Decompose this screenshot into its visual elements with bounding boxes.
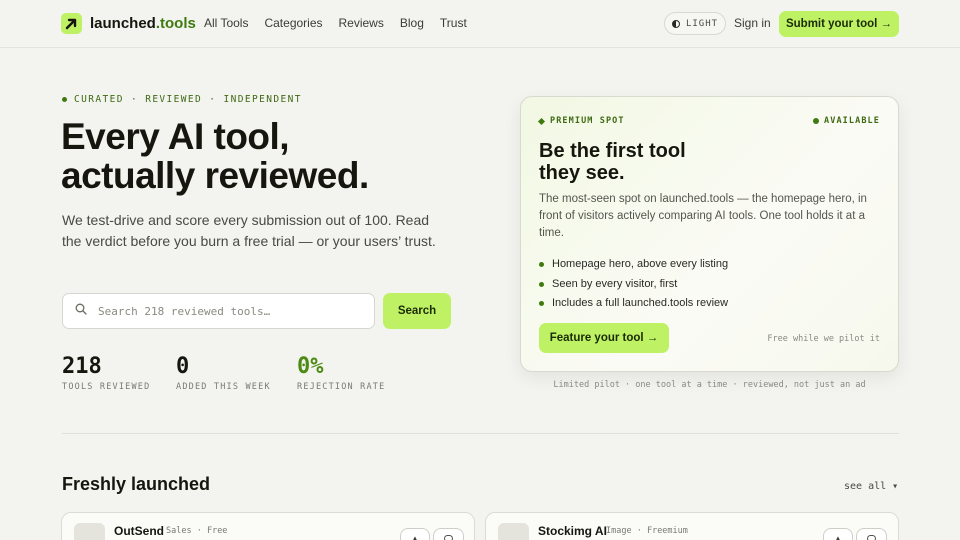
stat-added-this-week: 0 ADDED THIS WEEK <box>176 354 297 392</box>
stat-tools-reviewed: 218 TOOLS REVIEWED <box>62 354 176 392</box>
premium-title-line2: they see. <box>539 162 625 184</box>
upvote-button[interactable]: ▲ <box>823 528 853 540</box>
nav-blog[interactable]: Blog <box>400 16 424 30</box>
search-box <box>62 293 375 329</box>
nav-reviews[interactable]: Reviews <box>339 16 384 30</box>
benefit-text: Seen by every visitor, first <box>552 277 678 290</box>
tool-card[interactable]: Stockimg AI Image · Freemium ▲ <box>485 512 899 540</box>
premium-description: The most-seen spot on launched.tools — t… <box>539 193 867 239</box>
stat-value: 0% <box>297 354 324 379</box>
search-input[interactable] <box>98 304 358 318</box>
comment-button[interactable] <box>856 528 887 540</box>
availability-badge: AVAILABLE <box>813 116 880 126</box>
section-divider <box>62 433 899 434</box>
see-all-dropdown[interactable]: see all ▾ <box>844 481 898 492</box>
comment-button[interactable] <box>433 528 464 540</box>
premium-benefits: Homepage hero, above every listing Seen … <box>539 255 728 314</box>
comment-icon <box>444 535 453 540</box>
half-circle-icon <box>671 19 680 28</box>
stat-label: REJECTION RATE <box>297 382 386 392</box>
premium-tag: PREMIUM SPOT <box>537 116 625 126</box>
premium-title-line1: Be the first tool <box>539 140 686 162</box>
theme-label: LIGHT <box>685 18 719 29</box>
hero-title-line1: Every AI tool, <box>61 116 290 157</box>
section-title: Freshly launched <box>62 474 211 494</box>
bullet-icon <box>539 281 544 287</box>
tool-logo <box>498 523 529 540</box>
arrow-up-right-icon <box>61 13 82 34</box>
nav-trust[interactable]: Trust <box>440 16 467 30</box>
price-note: Free while we pilot it <box>767 334 880 344</box>
hero-eyebrow: CURATED · REVIEWED · INDEPENDENT <box>62 94 302 105</box>
triangle-up-icon: ▲ <box>834 534 842 540</box>
status-dot-icon <box>813 118 820 124</box>
tool-logo <box>74 523 105 540</box>
tool-pricing: Freemium <box>646 526 688 536</box>
tool-meta: Sales · Free <box>166 526 228 536</box>
feature-tool-button[interactable]: Feature your tool → <box>539 323 669 353</box>
hero-subtitle: We test-drive and score every submission… <box>62 212 436 249</box>
stat-value: 218 <box>62 354 102 379</box>
stat-label: ADDED THIS WEEK <box>176 382 271 392</box>
stat-label: TOOLS REVIEWED <box>62 382 151 392</box>
tool-meta: Image · Freemium <box>606 526 688 536</box>
tool-name: OutSend <box>114 524 164 538</box>
comment-icon <box>867 535 876 540</box>
logo[interactable]: launched.tools <box>61 13 196 34</box>
tool-name: Stockimg AI <box>538 524 607 538</box>
list-item: Homepage hero, above every listing <box>539 255 728 275</box>
stats-row: 218 TOOLS REVIEWED 0 ADDED THIS WEEK 0% … <box>62 354 385 392</box>
premium-footnote: Limited pilot · one tool at a time · rev… <box>553 380 866 390</box>
upvote-button[interactable]: ▲ <box>400 528 430 540</box>
benefit-text: Includes a full launched.tools review <box>552 297 729 309</box>
tool-category: Sales <box>166 526 192 536</box>
bullet-icon <box>539 301 544 307</box>
site-header: launched.tools All Tools Categories Revi… <box>0 0 960 48</box>
tool-category: Image <box>606 526 632 536</box>
benefit-text: Homepage hero, above every listing <box>552 258 729 270</box>
diamond-icon <box>537 117 546 125</box>
stat-value: 0 <box>176 354 190 379</box>
dot-icon <box>62 97 67 102</box>
submit-tool-button[interactable]: Submit your tool → <box>779 11 899 37</box>
list-item: Seen by every visitor, first <box>539 275 728 295</box>
hero-title-line2: actually reviewed. <box>61 155 369 196</box>
logo-text: launched.tools <box>90 15 196 32</box>
bullet-icon <box>539 262 544 268</box>
eyebrow-text: CURATED · REVIEWED · INDEPENDENT <box>74 94 302 105</box>
triangle-up-icon: ▲ <box>411 534 419 540</box>
theme-toggle-button[interactable]: LIGHT <box>664 12 726 35</box>
search-button[interactable]: Search <box>383 293 451 329</box>
tool-pricing: Free <box>206 526 228 536</box>
list-item: Includes a full launched.tools review <box>539 294 728 314</box>
sign-in-link[interactable]: Sign in <box>734 16 771 30</box>
premium-spot-card: PREMIUM SPOT AVAILABLE Be the first tool… <box>520 96 899 372</box>
availability-text: AVAILABLE <box>824 116 880 126</box>
hero-title: Every AI tool, actually reviewed. <box>61 117 461 195</box>
nav-all-tools[interactable]: All Tools <box>204 16 248 30</box>
main-nav: All Tools Categories Reviews Blog Trust <box>204 16 483 30</box>
nav-categories[interactable]: Categories <box>264 16 322 30</box>
search-icon <box>75 302 87 320</box>
premium-tag-text: PREMIUM SPOT <box>550 116 625 126</box>
premium-title: Be the first tool they see. <box>539 140 739 184</box>
stat-rejection-rate: 0% REJECTION RATE <box>297 354 385 392</box>
tool-card[interactable]: OutSend Sales · Free ▲ <box>61 512 475 540</box>
